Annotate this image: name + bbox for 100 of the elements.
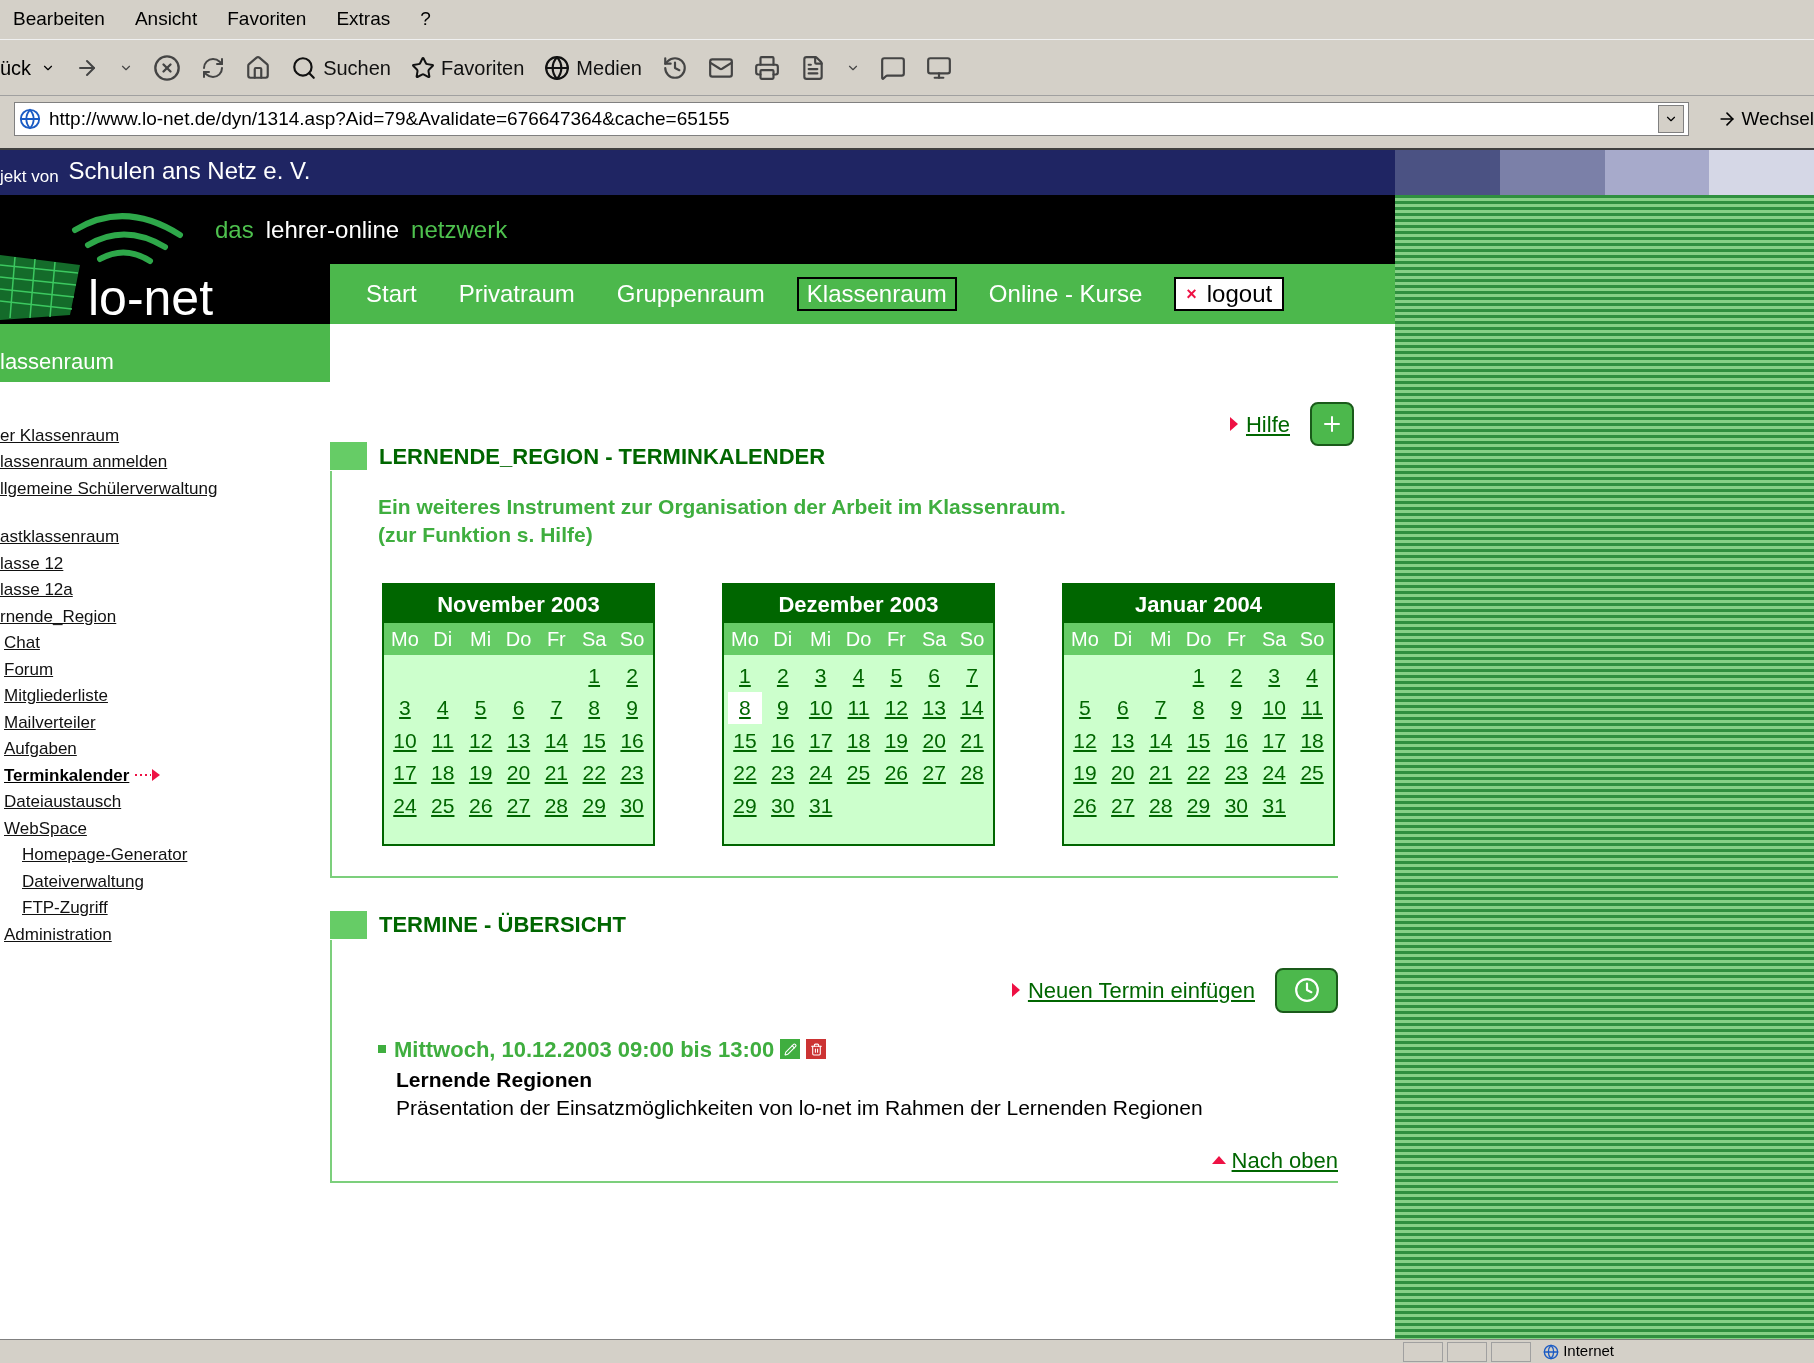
home-icon[interactable] bbox=[245, 54, 272, 81]
comment-icon[interactable] bbox=[879, 54, 906, 81]
calendar-day[interactable]: 15 bbox=[729, 724, 761, 756]
calendar-day[interactable]: 22 bbox=[578, 757, 610, 789]
calendar-day[interactable]: 5 bbox=[886, 659, 907, 691]
sidebar-link[interactable]: Forum bbox=[4, 656, 54, 682]
sidebar-link[interactable]: Dateiverwaltung bbox=[22, 868, 144, 894]
calendar-day[interactable]: 12 bbox=[464, 724, 497, 756]
calendar-day[interactable]: 6 bbox=[1112, 692, 1133, 724]
sidebar-link[interactable]: WebSpace bbox=[4, 815, 87, 841]
sidebar-link[interactable]: er Klassenraum bbox=[0, 422, 120, 448]
help-link[interactable]: Hilfe bbox=[1246, 407, 1290, 441]
calendar-day[interactable]: 30 bbox=[767, 789, 799, 821]
toolbar-button[interactable]: Suchen bbox=[291, 52, 391, 83]
calendar-day[interactable]: 4 bbox=[848, 659, 869, 691]
sidebar-link[interactable]: Terminkalender bbox=[4, 762, 130, 788]
calendar-day[interactable]: 7 bbox=[962, 659, 982, 691]
calendar-day[interactable]: 28 bbox=[540, 789, 573, 821]
calendar-day[interactable]: 14 bbox=[1144, 724, 1177, 756]
monitor-icon[interactable] bbox=[925, 54, 952, 81]
stop-icon[interactable] bbox=[153, 53, 182, 82]
calendar-day[interactable]: 17 bbox=[804, 724, 837, 756]
calendar-day[interactable]: 21 bbox=[1144, 757, 1177, 789]
menu-item[interactable]: Bearbeiten bbox=[13, 5, 105, 34]
calendar-day[interactable]: 30 bbox=[616, 789, 648, 821]
calendar-day[interactable]: 22 bbox=[729, 757, 761, 789]
calendar-day[interactable]: 18 bbox=[1296, 724, 1328, 756]
calendar-day[interactable]: 13 bbox=[502, 724, 535, 756]
calendar-day[interactable]: 11 bbox=[843, 692, 874, 724]
calendar-day[interactable]: 26 bbox=[880, 757, 913, 789]
calendar-day[interactable]: 27 bbox=[918, 757, 950, 789]
address-field[interactable]: http://www.lo-net.de/dyn/1314.asp?Aid=79&Avalidate=676647364&cache=65155 bbox=[14, 102, 1690, 136]
sidebar-link[interactable]: rnende_Region bbox=[0, 603, 117, 629]
calendar-day[interactable]: 24 bbox=[389, 789, 421, 821]
calendar-day[interactable]: 11 bbox=[1297, 692, 1327, 724]
sidebar-link[interactable]: lasse 12 bbox=[0, 550, 64, 576]
sidebar-link[interactable]: FTP-Zugriff bbox=[22, 895, 108, 921]
toolbar-button[interactable]: Medien bbox=[544, 52, 642, 83]
calendar-day[interactable]: 5 bbox=[1075, 692, 1095, 724]
back-to-top-link[interactable]: Nach oben bbox=[1231, 1143, 1338, 1177]
calendar-day[interactable]: 18 bbox=[842, 724, 875, 756]
calendar-day[interactable]: 28 bbox=[1144, 789, 1177, 821]
calendar-day[interactable]: 31 bbox=[804, 789, 837, 821]
calendar-day[interactable]: 1 bbox=[735, 659, 755, 691]
sidebar-link[interactable]: Chat bbox=[4, 630, 40, 656]
calendar-day[interactable]: 16 bbox=[1220, 724, 1253, 756]
calendar-day[interactable]: 6 bbox=[924, 659, 945, 691]
calendar-day[interactable]: 20 bbox=[1107, 757, 1139, 789]
calendar-day[interactable]: 3 bbox=[395, 692, 415, 724]
calendar-day[interactable]: 25 bbox=[1296, 757, 1328, 789]
calendar-day[interactable]: 16 bbox=[616, 724, 648, 756]
delete-button[interactable] bbox=[806, 1039, 827, 1059]
logout-button[interactable]: × logout bbox=[1174, 277, 1285, 311]
calendar-day[interactable]: 23 bbox=[767, 757, 799, 789]
calendar-day[interactable]: 10 bbox=[389, 724, 421, 756]
calendar-day[interactable]: 30 bbox=[1220, 789, 1253, 821]
calendar-day[interactable]: 14 bbox=[540, 724, 573, 756]
calendar-day[interactable]: 3 bbox=[810, 659, 831, 691]
calendar-day[interactable]: 8 bbox=[584, 692, 605, 724]
calendar-day[interactable]: 7 bbox=[1150, 692, 1171, 724]
calendar-day[interactable]: 9 bbox=[622, 692, 642, 724]
calendar-day[interactable]: 5 bbox=[470, 692, 491, 724]
calendar-day[interactable]: 29 bbox=[729, 789, 761, 821]
sidebar-link[interactable]: Dateiaustausch bbox=[4, 789, 122, 815]
add-event-button[interactable] bbox=[1275, 967, 1338, 1013]
edit-button[interactable] bbox=[780, 1039, 801, 1059]
calendar-day[interactable]: 24 bbox=[1258, 757, 1290, 789]
back-button[interactable]: ück bbox=[0, 52, 56, 83]
calendar-day[interactable]: 20 bbox=[918, 724, 950, 756]
sidebar-link[interactable]: astklassenraum bbox=[0, 524, 120, 550]
calendar-day[interactable]: 21 bbox=[540, 757, 573, 789]
sidebar-link[interactable]: Aufgaben bbox=[4, 736, 77, 762]
calendar-day[interactable]: 23 bbox=[616, 757, 648, 789]
menu-item[interactable]: Ansicht bbox=[134, 5, 198, 34]
calendar-day[interactable]: 22 bbox=[1182, 757, 1215, 789]
calendar-day[interactable]: 4 bbox=[432, 692, 453, 724]
calendar-day[interactable]: 3 bbox=[1264, 659, 1285, 691]
calendar-day[interactable]: 26 bbox=[1069, 789, 1101, 821]
sidebar-link[interactable]: lasse 12a bbox=[0, 577, 73, 603]
calendar-day[interactable]: 4 bbox=[1302, 659, 1322, 691]
toolbar-button[interactable]: Favoriten bbox=[410, 52, 525, 83]
calendar-day[interactable]: 2 bbox=[622, 659, 642, 691]
calendar-day[interactable]: 18 bbox=[427, 757, 459, 789]
menu-item[interactable]: Favoriten bbox=[227, 5, 307, 34]
calendar-day[interactable]: 10 bbox=[1258, 692, 1290, 724]
calendar-day[interactable]: 17 bbox=[389, 757, 421, 789]
calendar-day[interactable]: 29 bbox=[1182, 789, 1215, 821]
calendar-day[interactable]: 16 bbox=[767, 724, 799, 756]
calendar-day[interactable]: 12 bbox=[1069, 724, 1101, 756]
calendar-day[interactable]: 11 bbox=[427, 724, 458, 756]
go-button[interactable]: Wechsel bbox=[1699, 104, 1814, 134]
calendar-day[interactable]: 25 bbox=[842, 757, 875, 789]
dropdown-button[interactable] bbox=[1658, 105, 1685, 133]
history-icon[interactable] bbox=[661, 54, 688, 81]
sidebar-link[interactable]: llgemeine Schülerverwaltung bbox=[0, 475, 218, 501]
calendar-day[interactable]: 10 bbox=[804, 692, 837, 724]
calendar-day[interactable]: 13 bbox=[1107, 724, 1139, 756]
calendar-day[interactable]: 13 bbox=[918, 692, 950, 724]
sidebar-link[interactable]: Mitgliederliste bbox=[4, 683, 108, 709]
sidebar-link[interactable]: Mailverteiler bbox=[4, 709, 96, 735]
